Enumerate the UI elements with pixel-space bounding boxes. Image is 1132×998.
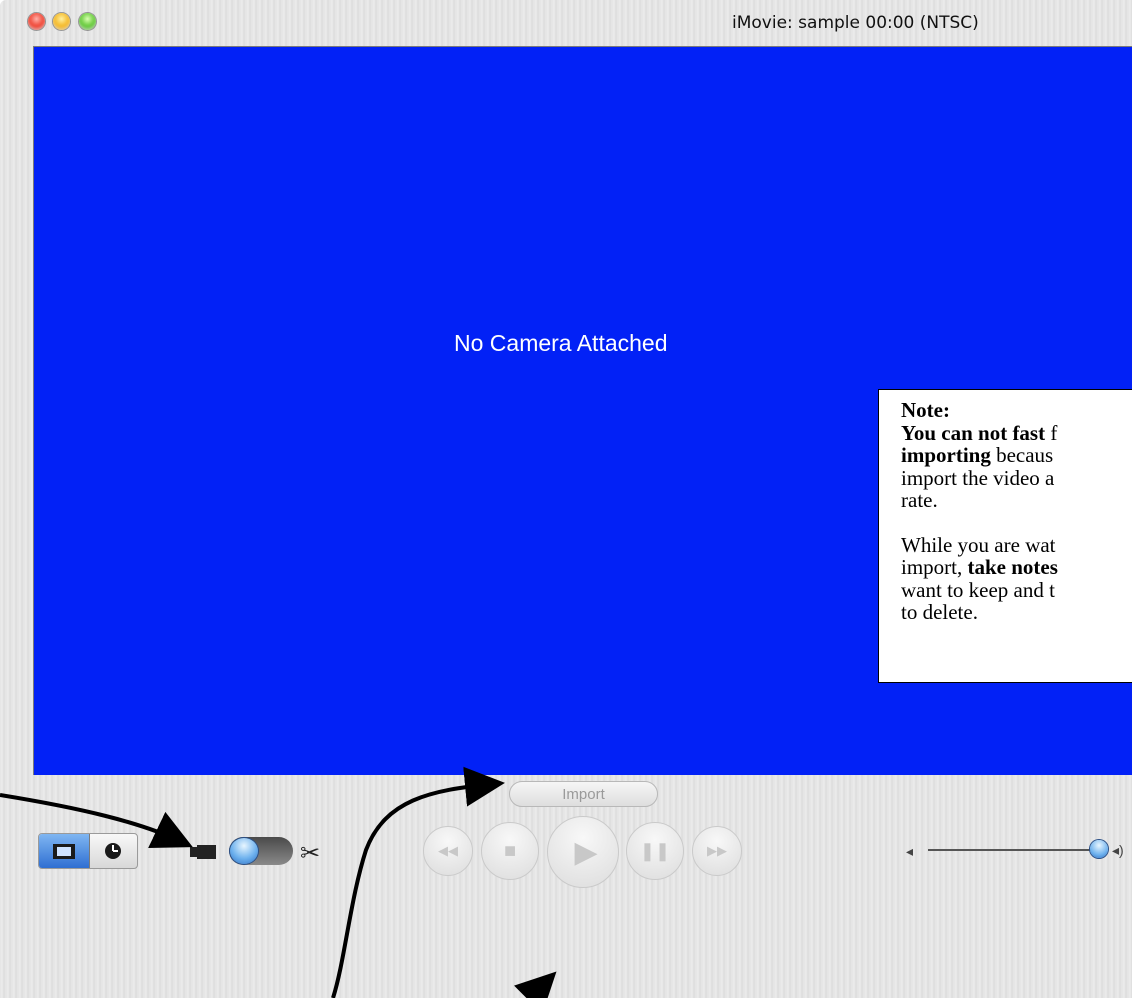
imovie-window: iMovie: sample 00:00 (NTSC) No Camera At… <box>0 0 1132 998</box>
arrow-to-play-button <box>514 971 557 998</box>
arrow-to-import-button <box>331 766 505 998</box>
arrow-to-mode-switch <box>0 793 193 849</box>
annotation-arrows <box>0 766 557 998</box>
